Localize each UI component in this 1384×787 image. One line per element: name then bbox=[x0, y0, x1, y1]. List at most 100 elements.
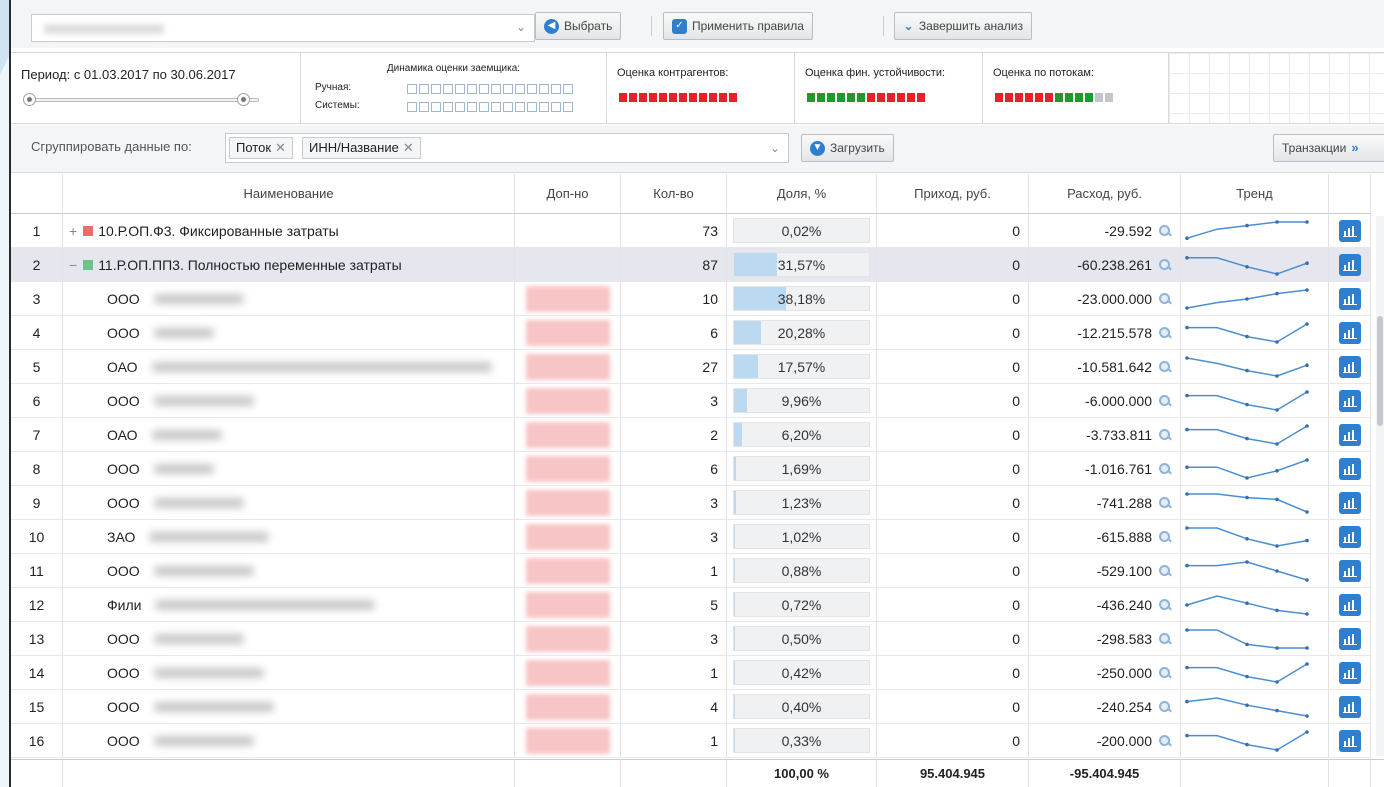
table-row[interactable]: 13 ООО 3 0,50% 0 -298.583 bbox=[11, 622, 1384, 656]
table-row[interactable]: 14 ООО 1 0,42% 0 -250.000 bbox=[11, 656, 1384, 690]
header-trend[interactable]: Тренд bbox=[1181, 174, 1329, 214]
name-cell[interactable]: ООО bbox=[63, 316, 515, 350]
table-row[interactable]: 10 ЗАО 3 1,02% 0 -615.888 bbox=[11, 520, 1384, 554]
bar-chart-button[interactable] bbox=[1338, 423, 1361, 446]
period-slider[interactable] bbox=[23, 93, 269, 106]
bar-chart-button[interactable] bbox=[1338, 559, 1361, 582]
magnifier-icon[interactable] bbox=[1158, 462, 1172, 476]
magnifier-icon[interactable] bbox=[1158, 734, 1172, 748]
client-combobox[interactable]: ⌄ bbox=[31, 14, 535, 42]
name-cell[interactable]: ОАО bbox=[63, 350, 515, 384]
chevron-down-icon[interactable]: ⌄ bbox=[516, 20, 526, 34]
group-tag-inn-name[interactable]: ИНН/Название ✕ bbox=[302, 137, 421, 159]
name-cell[interactable]: ЗАО bbox=[63, 520, 515, 554]
name-cell[interactable]: Фили bbox=[63, 588, 515, 622]
score-box bbox=[479, 102, 489, 112]
name-cell[interactable]: ООО bbox=[63, 452, 515, 486]
magnifier-icon[interactable] bbox=[1158, 428, 1172, 442]
close-icon[interactable]: ✕ bbox=[403, 140, 414, 155]
chevron-down-icon[interactable]: ⌄ bbox=[770, 141, 780, 155]
finish-analysis-button[interactable]: ⌄ Завершить анализ bbox=[894, 12, 1033, 40]
collapse-icon[interactable]: − bbox=[69, 257, 77, 273]
trend-point bbox=[1275, 708, 1279, 712]
magnifier-icon[interactable] bbox=[1158, 564, 1172, 578]
action-cell bbox=[1329, 622, 1371, 656]
name-cell[interactable]: ООО bbox=[63, 554, 515, 588]
group-tag-flow[interactable]: Поток ✕ bbox=[229, 137, 293, 159]
magnifier-icon[interactable] bbox=[1158, 598, 1172, 612]
slider-start-handle[interactable] bbox=[23, 93, 36, 106]
header-expense[interactable]: Расход, руб. bbox=[1029, 174, 1181, 214]
name-cell[interactable]: ООО bbox=[63, 690, 515, 724]
table-row[interactable]: 11 ООО 1 0,88% 0 -529.100 bbox=[11, 554, 1384, 588]
magnifier-icon[interactable] bbox=[1158, 530, 1172, 544]
header-income[interactable]: Приход, руб. bbox=[877, 174, 1029, 214]
table-row[interactable]: 5 ОАО 27 17,57% 0 -10.581.642 bbox=[11, 350, 1384, 384]
name-cell[interactable]: ООО bbox=[63, 282, 515, 316]
group-row[interactable]: 2 − 11.Р.ОП.ПП3. Полностью переменные затр… bbox=[11, 248, 1384, 282]
action-cell bbox=[1329, 452, 1371, 486]
name-cell[interactable]: +10.Р.ОП.Ф3. Фиксированные затраты bbox=[63, 214, 515, 248]
load-button[interactable]: ▼ Загрузить bbox=[801, 134, 894, 162]
table-row[interactable]: 7 ОАО 2 6,20% 0 -3.733.811 bbox=[11, 418, 1384, 452]
slider-end-handle[interactable] bbox=[237, 93, 250, 106]
group-by-field[interactable]: Поток ✕ ИНН/Название ✕ ⌄ bbox=[225, 133, 789, 163]
bar-chart-button[interactable] bbox=[1338, 661, 1361, 684]
table-row[interactable]: 9 ООО 3 1,23% 0 -741.288 bbox=[11, 486, 1384, 520]
name-cell[interactable]: ООО bbox=[63, 486, 515, 520]
header-share[interactable]: Доля, % bbox=[727, 174, 877, 214]
table-row[interactable]: 3 ООО 10 38,18% 0 -23.000.000 bbox=[11, 282, 1384, 316]
bar-chart-button[interactable] bbox=[1338, 457, 1361, 480]
org-name-blurred bbox=[153, 667, 264, 678]
bar-chart-button[interactable] bbox=[1338, 355, 1361, 378]
magnifier-icon[interactable] bbox=[1158, 224, 1172, 238]
magnifier-icon[interactable] bbox=[1158, 292, 1172, 306]
bar-chart-button[interactable] bbox=[1338, 491, 1361, 514]
table-row[interactable]: 12 Фили 5 0,72% 0 -436.240 bbox=[11, 588, 1384, 622]
scrollbar-thumb[interactable] bbox=[1377, 316, 1383, 426]
share-value: 20,28% bbox=[777, 324, 826, 341]
name-cell[interactable]: ООО bbox=[63, 622, 515, 656]
name-cell[interactable]: ООО bbox=[63, 724, 515, 758]
bar-chart-button[interactable] bbox=[1338, 593, 1361, 616]
header-count[interactable]: Кол-во bbox=[621, 174, 727, 214]
table-row[interactable]: 8 ООО 6 1,69% 0 -1.016.761 bbox=[11, 452, 1384, 486]
extra-cell bbox=[515, 724, 621, 758]
expand-icon[interactable]: + bbox=[69, 223, 77, 239]
table-row[interactable]: 4 ООО 6 20,28% 0 -12.215.578 bbox=[11, 316, 1384, 350]
select-button[interactable]: ◀ Выбрать bbox=[535, 12, 622, 40]
bar-chart-button[interactable] bbox=[1338, 627, 1361, 650]
header-extra[interactable]: Доп-но bbox=[515, 174, 621, 214]
magnifier-icon[interactable] bbox=[1158, 394, 1172, 408]
bar-chart-button[interactable] bbox=[1338, 695, 1361, 718]
magnifier-icon[interactable] bbox=[1158, 360, 1172, 374]
share-value: 0,02% bbox=[781, 222, 822, 239]
name-cell[interactable]: ОАО bbox=[63, 418, 515, 452]
magnifier-icon[interactable] bbox=[1158, 700, 1172, 714]
bar-chart-button[interactable] bbox=[1338, 321, 1361, 344]
magnifier-icon[interactable] bbox=[1158, 326, 1172, 340]
vertical-scrollbar[interactable] bbox=[1376, 216, 1384, 756]
row-number-cell: 8 bbox=[11, 452, 63, 486]
bar-chart-button[interactable] bbox=[1338, 253, 1361, 276]
name-cell[interactable]: − 11.Р.ОП.ПП3. Полностью переменные затра… bbox=[63, 248, 515, 282]
magnifier-icon[interactable] bbox=[1158, 258, 1172, 272]
bar-chart-button[interactable] bbox=[1338, 287, 1361, 310]
magnifier-icon[interactable] bbox=[1158, 496, 1172, 510]
bar-chart-button[interactable] bbox=[1338, 219, 1361, 242]
table-row[interactable]: 6 ООО 3 9,96% 0 -6.000.000 bbox=[11, 384, 1384, 418]
header-name[interactable]: Наименование bbox=[63, 174, 515, 214]
apply-rules-button[interactable]: ✓ Применить правила bbox=[663, 12, 813, 40]
bar-chart-button[interactable] bbox=[1338, 729, 1361, 752]
name-cell[interactable]: ООО bbox=[63, 656, 515, 690]
magnifier-icon[interactable] bbox=[1158, 632, 1172, 646]
bar-chart-button[interactable] bbox=[1338, 389, 1361, 412]
transactions-button[interactable]: Транзакции » bbox=[1273, 134, 1384, 162]
bar-chart-button[interactable] bbox=[1338, 525, 1361, 548]
table-row[interactable]: 16 ООО 1 0,33% 0 -200.000 bbox=[11, 724, 1384, 758]
group-row[interactable]: 1 +10.Р.ОП.Ф3. Фиксированные затраты 73 0,0… bbox=[11, 214, 1384, 248]
table-row[interactable]: 15 ООО 4 0,40% 0 -240.254 bbox=[11, 690, 1384, 724]
name-cell[interactable]: ООО bbox=[63, 384, 515, 418]
magnifier-icon[interactable] bbox=[1158, 666, 1172, 680]
close-icon[interactable]: ✕ bbox=[275, 140, 286, 155]
